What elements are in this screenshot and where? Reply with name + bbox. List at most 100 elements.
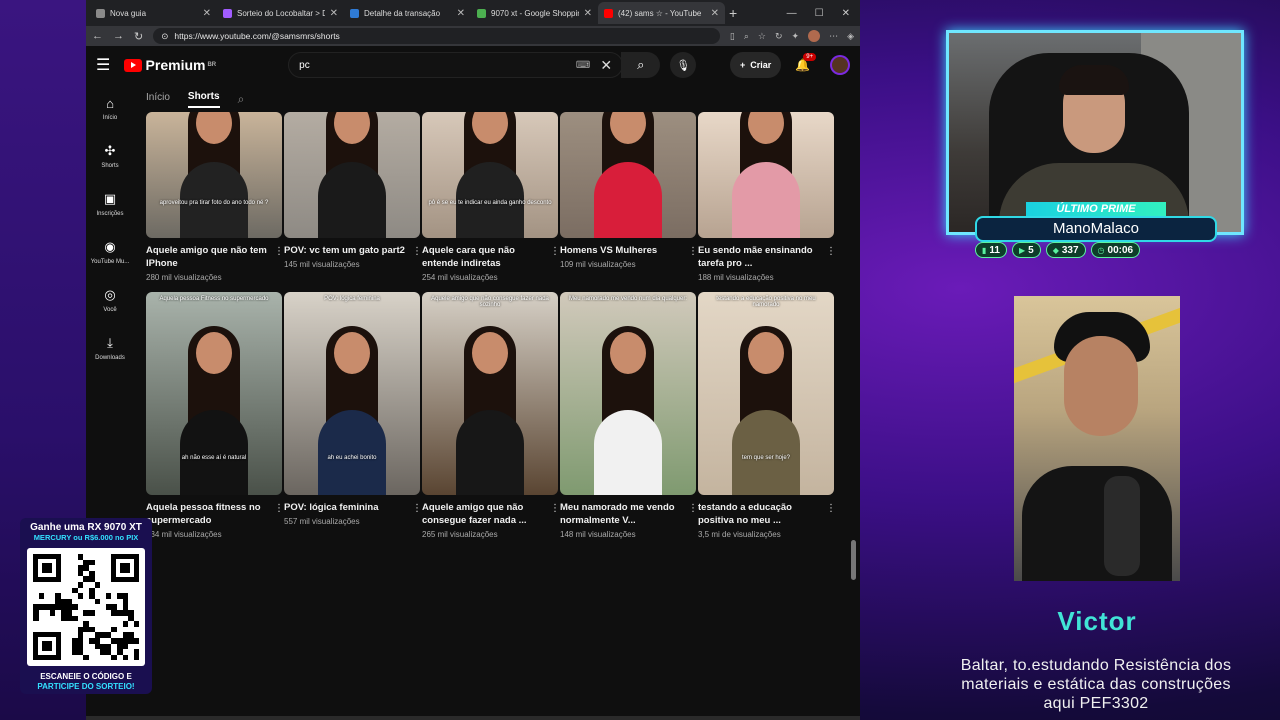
qr-finder [111,554,139,582]
sidebar-item[interactable]: ▣ Inscrições [86,180,134,228]
search-button[interactable]: ⌕ [621,52,661,78]
more-options-icon[interactable]: ⋮ [688,503,698,514]
close-tab-icon[interactable]: ✕ [203,8,211,19]
close-window-icon[interactable]: ✕ [842,8,850,19]
notifications-button[interactable]: 🔔 9+ [795,53,817,72]
maximize-icon[interactable]: ☐ [815,8,824,19]
short-card[interactable]: pô é se eu te indicar eu ainda ganho des… [422,112,560,282]
new-tab-button[interactable]: + [729,5,737,21]
more-options-icon[interactable]: ⋮ [826,246,836,257]
site-info-icon[interactable]: ⊙ [161,31,168,42]
short-title[interactable]: Aquele amigo que não tem IPhone [146,244,282,270]
short-title[interactable]: Aquele amigo que não consegue fazer nada… [422,501,558,527]
short-thumbnail[interactable]: POV: lógica feminina ah eu achei bonito [284,292,420,495]
streamer-body [1022,466,1172,581]
short-thumbnail[interactable]: Aquele amigo que não consegue fazer nada… [422,292,558,495]
short-title[interactable]: POV: lógica feminina [284,501,420,514]
short-views: 148 mil visualizações [560,530,636,539]
sidebar-item[interactable]: ⌂ Início [86,84,134,132]
short-title[interactable]: POV: vc tem um gato part2 [284,244,420,257]
short-thumbnail[interactable] [560,112,696,238]
short-thumbnail[interactable]: Meu namorado me vendo num dia qualquer: [560,292,696,495]
short-thumbnail[interactable] [698,112,834,238]
keyboard-icon[interactable]: ⌨ [576,60,590,71]
sidebar-item[interactable]: ✣ Shorts [86,132,134,180]
sidebar-item[interactable]: ◉ YouTube Mu... [86,228,134,276]
back-icon[interactable]: ← [92,30,103,42]
address-bar[interactable]: ⊙ https://www.youtube.com/@samsmrs/short… [153,28,720,44]
tab-inicio[interactable]: Início [146,92,170,107]
short-thumbnail[interactable]: testando a educação positiva no meu namo… [698,292,834,495]
tab-shorts[interactable]: Shorts [187,91,220,108]
profile-avatar[interactable] [808,30,821,42]
stat-pill: ▶ 5 [1011,242,1041,258]
voice-search-button[interactable]: 🎙 [670,52,696,78]
more-options-icon[interactable]: ⋮ [412,503,422,514]
qr-module [89,610,95,616]
sync-icon[interactable]: ↻ [775,31,783,42]
zoom-icon[interactable]: ⌕ [744,31,749,42]
browser-tab[interactable]: 9070 xt - Google Shopping ✕ [471,2,598,24]
short-title[interactable]: Aquele cara que não entende indiretas [422,244,558,270]
short-title[interactable]: testando a educação positiva no meu ... [698,501,834,527]
close-tab-icon[interactable]: ✕ [584,8,592,19]
more-options-icon[interactable]: ⋮ [274,503,284,514]
close-tab-icon[interactable]: ✕ [457,8,465,19]
short-title[interactable]: Meu namorado me vendo normalmente V... [560,501,696,527]
short-card[interactable]: Homens VS Mulheres ⋮ 109 mil visualizaçõ… [560,112,698,269]
browser-tab[interactable]: Detalhe da transação ✕ [344,2,471,24]
more-options-icon[interactable]: ⋮ [412,246,422,257]
more-options-icon[interactable]: ⋮ [550,503,560,514]
minimize-icon[interactable]: — [787,8,797,19]
scrollbar-thumb[interactable] [851,540,856,580]
short-title[interactable]: Eu sendo mãe ensinando tarefa pro ... [698,244,834,270]
short-thumbnail[interactable]: Aquela pessoa Fitness no supermercado ah… [146,292,282,495]
short-card[interactable]: Meu namorado me vendo num dia qualquer: … [560,292,698,539]
short-card[interactable]: testando a educação positiva no meu namo… [698,292,836,539]
chat-ticker: Baltar, to.estudando Resistência dos mat… [960,657,1232,712]
more-options-icon[interactable]: ⋮ [826,503,836,514]
qr-module [133,621,140,627]
browser-tab[interactable]: Nova guia ✕ [90,2,217,24]
clear-search-icon[interactable]: ✕ [600,57,612,74]
last-prime-badge: ÚLTIMO PRIME ManoMalaco [972,202,1220,242]
sidebar-item[interactable]: ⤓ Downloads [86,324,134,372]
thumb-caption: POV: lógica feminina [324,296,380,302]
youtube-logo[interactable]: Premium BR [123,57,216,73]
short-thumbnail[interactable]: pô é se eu te indicar eu ainda ganho des… [422,112,558,238]
menu-icon[interactable]: ☰ [96,55,124,75]
more-options-icon[interactable]: ⋮ [274,246,284,257]
short-thumbnail[interactable] [284,112,420,238]
sidebar-item[interactable]: ◎ Você [86,276,134,324]
clock-icon: ◷ [1097,245,1105,255]
bookmark-star-icon[interactable]: ☆ [758,31,766,42]
search-input[interactable]: pc ⌨ ✕ [288,52,624,78]
menu-dots-icon[interactable]: ⋯ [829,31,838,42]
copilot-icon[interactable]: ◈ [847,31,854,42]
short-card[interactable]: Aquele amigo que não consegue fazer nada… [422,292,560,539]
short-card[interactable]: POV: lógica feminina ah eu achei bonito … [284,292,422,526]
more-options-icon[interactable]: ⋮ [550,246,560,257]
reload-icon[interactable]: ↻ [134,30,143,43]
short-title[interactable]: Aquela pessoa fitness no supermercado [146,501,282,527]
short-card[interactable]: Aquela pessoa Fitness no supermercado ah… [146,292,284,539]
extensions-icon[interactable]: ✦ [792,31,800,42]
browser-tab[interactable]: (42) sams ☆ - YouTube ✕ [598,2,725,24]
short-thumbnail[interactable]: aproveitou pra tirar foto do ano todo né… [146,112,282,238]
promo-subline: MERCURY ou R$6.000 no PIX [33,533,139,542]
short-card[interactable]: aproveitou pra tirar foto do ano todo né… [146,112,284,282]
create-button[interactable]: + Criar [730,52,782,78]
forward-icon[interactable]: → [113,30,124,42]
short-title[interactable]: Homens VS Mulheres [560,244,696,257]
reader-icon[interactable]: ▯ [730,31,735,42]
channel-search-icon[interactable]: ⌕ [238,92,245,107]
more-options-icon[interactable]: ⋮ [688,246,698,257]
short-card[interactable]: POV: vc tem um gato part2 ⋮ 145 mil visu… [284,112,422,269]
browser-tab[interactable]: Sorteio do Locobaltar > Dad ✕ [217,2,344,24]
close-tab-icon[interactable]: ✕ [330,8,338,19]
thumb-outfit [318,162,386,238]
close-tab-icon[interactable]: ✕ [711,8,719,19]
short-card[interactable]: Eu sendo mãe ensinando tarefa pro ... ⋮ … [698,112,836,282]
download-icon: ⤓ [107,335,113,350]
account-avatar[interactable] [830,55,850,75]
